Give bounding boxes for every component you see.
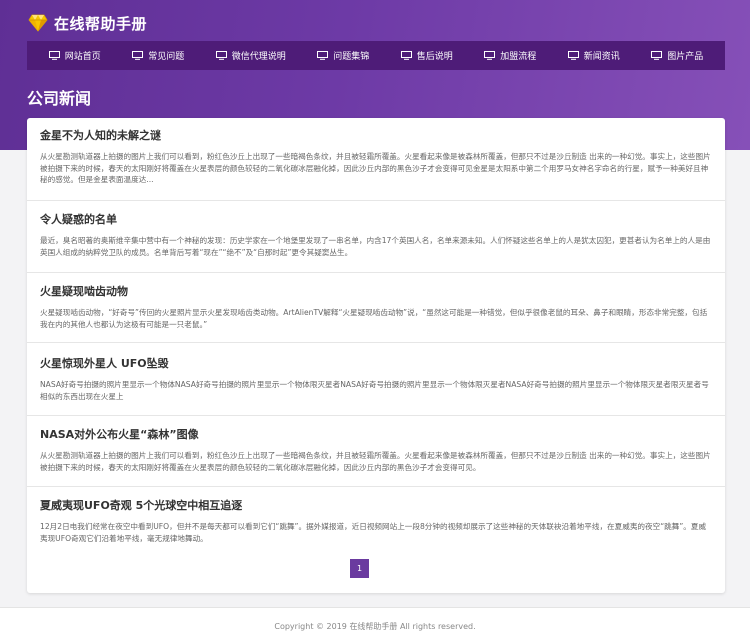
list-item: 火星惊现外星人 UFO坠毁 NASA好奇号拍摄的照片里显示一个物体NASA好奇号… [27,357,725,416]
article-excerpt: 火星疑现啮齿动物，“好奇号”传回的火星照片显示火星发现啮齿类动物。ArtAlie… [40,308,708,329]
article-title[interactable]: NASA对外公布火星“森林”图像 [40,428,712,442]
nav-item-label: 售后说明 [416,52,453,62]
article-list-card: 金星不为人知的未解之谜 从火星勘测轨道器上拍摄的图片上我们可以看到，粉红色沙丘上… [27,118,725,593]
list-item: 令人疑惑的名单 最近，臭名昭著的奥斯维辛集中营中有一个神秘的发现：历史学家在一个… [27,213,725,273]
article-excerpt: 12月2日电我们经常在夜空中看到UFO，但并不是每天都可以看到它们“跳舞”。据外… [40,522,707,543]
monitor-icon [215,51,227,60]
monitor-icon [400,51,412,60]
article-excerpt: 从火星勘测轨道器上拍摄的图片上我们可以看到，粉红色沙丘上出现了一些暗褐色条纹，并… [40,152,711,184]
article-excerpt: NASA好奇号拍摄的照片里显示一个物体NASA好奇号拍摄的照片里显示一个物体限灭… [40,380,709,401]
monitor-icon [484,51,496,60]
nav-item-products[interactable]: 图片产品 [651,49,703,62]
nav-item-after-sales[interactable]: 售后说明 [400,49,453,62]
nav-item-wechat-agent[interactable]: 微信代理说明 [215,49,286,62]
monitor-icon [132,51,144,60]
diamond-logo-icon[interactable] [28,14,48,32]
monitor-icon [651,51,663,60]
monitor-icon [317,51,329,60]
article-title[interactable]: 金星不为人知的未解之谜 [40,129,712,143]
list-item: 金星不为人知的未解之谜 从火星勘测轨道器上拍摄的图片上我们可以看到，粉红色沙丘上… [27,129,725,201]
site-title[interactable]: 在线帮助手册 [54,13,147,34]
nav-item-label: 新闻资讯 [583,52,620,62]
nav-item-label: 微信代理说明 [231,52,286,62]
monitor-icon [567,51,579,60]
pagination-page-button[interactable]: 1 [350,559,369,578]
article-title[interactable]: 火星惊现外星人 UFO坠毁 [40,357,712,371]
article-title[interactable]: 夏威夷现UFO奇观 5个光球空中相互追逐 [40,499,712,513]
copyright-text: Copyright © 2019 在线帮助手册 All rights reser… [274,622,476,631]
article-excerpt: 从火星勘测轨道器上拍摄的图片上我们可以看到，粉红色沙丘上出现了一些暗褐色条纹，并… [40,451,711,472]
nav-item-faq[interactable]: 常见问题 [132,49,184,62]
nav-item-issues[interactable]: 问题集锦 [317,49,369,62]
main-nav: 网站首页 常见问题 微信代理说明 问题集锦 售后说明 加盟流程 新闻资讯 图片产… [27,41,725,70]
nav-item-label: 加盟流程 [500,52,537,62]
site-header: 在线帮助手册 [28,12,147,34]
nav-item-label: 常见问题 [148,52,185,62]
nav-item-franchise[interactable]: 加盟流程 [484,49,536,62]
page-title: 公司新闻 [27,89,92,108]
list-item: 夏威夷现UFO奇观 5个光球空中相互追逐 12月2日电我们经常在夜空中看到UFO… [27,499,725,545]
list-item: NASA对外公布火星“森林”图像 从火星勘测轨道器上拍摄的图片上我们可以看到，粉… [27,428,725,487]
nav-item-label: 网站首页 [64,52,101,62]
article-title[interactable]: 火星疑现啮齿动物 [40,285,712,299]
article-title[interactable]: 令人疑惑的名单 [40,213,712,227]
nav-item-news[interactable]: 新闻资讯 [567,49,620,62]
article-excerpt: 最近，臭名昭著的奥斯维辛集中营中有一个神秘的发现：历史学家在一个地堡里发现了一串… [40,236,711,257]
nav-item-home[interactable]: 网站首页 [48,49,101,62]
monitor-icon [48,51,60,60]
nav-item-label: 问题集锦 [333,52,370,62]
nav-item-label: 图片产品 [667,52,704,62]
list-item: 火星疑现啮齿动物 火星疑现啮齿动物，“好奇号”传回的火星照片显示火星发现啮齿类动… [27,285,725,343]
